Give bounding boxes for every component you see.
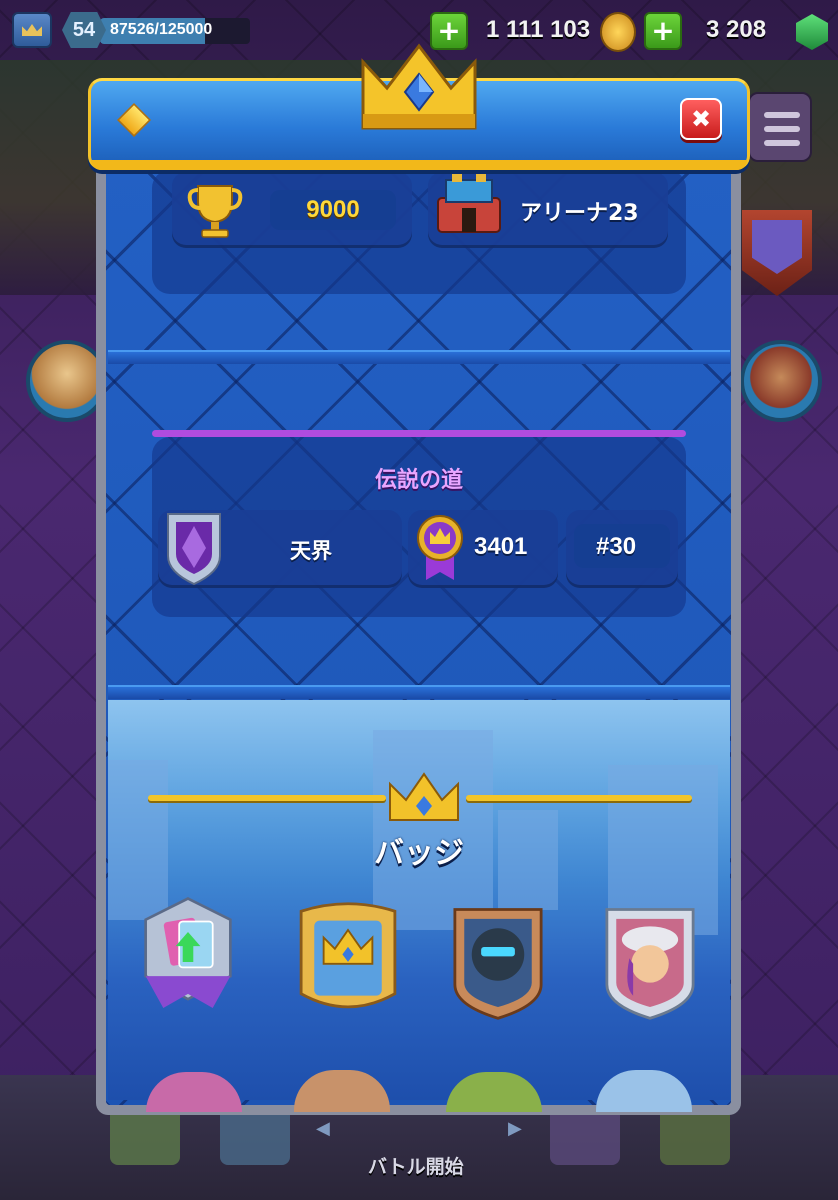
mega-knight-badge[interactable]: [440, 902, 556, 1022]
trophy-count: 9000: [306, 196, 360, 223]
arena-name: アリーナ23: [520, 201, 639, 226]
legend-rank: #30: [596, 533, 637, 560]
close-icon: ✖: [690, 105, 712, 133]
gold-amount: 1 111 103: [486, 16, 591, 43]
gem-icon: [796, 14, 828, 50]
hamburger-icon: [764, 112, 800, 118]
league-shield-icon: [167, 513, 221, 586]
league-name: 天界: [290, 539, 332, 563]
king-level: 54: [62, 12, 106, 48]
xp-text: 87526/125000: [110, 21, 213, 38]
section-divider: [108, 685, 730, 699]
battle-tab-label[interactable]: バトル開始: [368, 1152, 464, 1179]
hamburger-icon-line: [764, 126, 800, 132]
legend-rating: 3401: [474, 533, 528, 560]
arena-icon: [437, 166, 501, 233]
badges-line-right: [466, 795, 692, 801]
book-icon[interactable]: [740, 340, 822, 422]
medal-icon: [417, 515, 463, 580]
menu-button[interactable]: [748, 92, 812, 162]
crown-badge[interactable]: [290, 900, 406, 1020]
crown-icon: [361, 43, 477, 130]
legend-accent-line: [152, 430, 686, 437]
nav-right-arrow-icon[interactable]: ▶: [508, 1118, 522, 1139]
small-crown-icon: [389, 772, 459, 821]
hamburger-icon-line: [764, 140, 800, 146]
trophy-icon: [187, 185, 243, 238]
badges-title: バッジ: [374, 836, 464, 871]
path-of-legends-title: 伝説の道: [374, 468, 463, 493]
plus-icon: +: [651, 14, 675, 47]
clan-badge-icon[interactable]: [12, 12, 52, 48]
xp-bar: 87526/125000: [100, 18, 250, 44]
add-gems-button[interactable]: +: [644, 12, 682, 50]
close-button[interactable]: ✖: [680, 98, 722, 140]
section-divider: [108, 350, 730, 364]
badges-line-left: [148, 795, 386, 801]
musketeer-badge[interactable]: [592, 902, 708, 1022]
nav-left-arrow-icon[interactable]: ◀: [316, 1118, 330, 1139]
gem-amount: 3 208: [706, 16, 767, 43]
gold-coin-icon: [600, 12, 636, 52]
card-upgrade-badge[interactable]: [130, 895, 246, 1015]
